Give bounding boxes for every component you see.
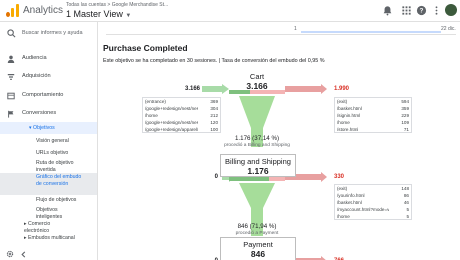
stage-exits: 330 — [334, 174, 345, 180]
app-title: Analytics — [23, 5, 64, 16]
person-icon — [7, 55, 15, 63]
list-item[interactable]: /google+redesign/nest/nest-...304 — [145, 106, 218, 113]
stage-name: Billing and Shipping — [225, 157, 291, 166]
flow-label: procedió a Payment — [235, 231, 279, 236]
help-icon[interactable]: ? — [416, 5, 427, 16]
exit-destinations-box: (exit) 148 /yourinfo.html 86 /basket.html 4… — [334, 184, 412, 220]
chevron-down-icon: ▼ — [125, 13, 132, 19]
bell-icon[interactable] — [382, 5, 393, 16]
avatar[interactable] — [445, 4, 457, 16]
funnel-stage-cart[interactable]: Cart 3.166 — [220, 70, 294, 92]
sidebar-subitem-ruta-invertida[interactable]: Ruta de objetivo invertida — [36, 160, 84, 173]
sidebar-subitem-urls-objetivo[interactable]: URLs objetivo — [36, 150, 68, 157]
flow-value: 1.176 (37,14 %) — [234, 135, 280, 142]
view-name: 1 Master View — [66, 9, 123, 19]
list-item[interactable]: (entrance) 369 — [145, 99, 218, 106]
list-item[interactable]: /google+redesign/nest/nest-...120 — [145, 120, 218, 127]
list-item[interactable]: /myaccount.html?mode=vie...5 — [337, 207, 409, 214]
more-vert-icon[interactable] — [431, 5, 442, 16]
list-item[interactable]: (exit) 148 — [337, 186, 409, 193]
list-item[interactable]: /basket.html 46 — [337, 200, 409, 207]
sidebar-item-adquisicion[interactable]: Adquisición — [0, 73, 97, 82]
sidebar-item-comportamiento[interactable]: Comportamiento — [0, 92, 97, 101]
sidebar-item-label: Embudos multicanal — [28, 235, 75, 241]
svg-text:?: ? — [420, 8, 424, 15]
funnel-stage-payment[interactable]: Payment 846 — [220, 237, 296, 260]
search-placeholder: Buscar informes y ayuda — [22, 30, 83, 36]
stage-bar-progress — [229, 177, 269, 181]
list-item[interactable]: /google+redesign/apparel/m...100 — [145, 127, 218, 134]
list-item[interactable]: /yourinfo.html 86 — [337, 193, 409, 200]
entrance-sources-box: (entrance)369 /google+redesign/nest/nest… — [142, 97, 221, 133]
sidebar-item-audiencia[interactable]: Audiencia — [0, 55, 97, 64]
main-content: 1 22 dic. Purchase Completed Este objeti… — [98, 22, 460, 260]
sidebar-item-label: Objetivos — [33, 125, 55, 131]
search-input[interactable]: Buscar informes y ayuda — [4, 28, 94, 40]
acquisition-icon — [7, 74, 15, 80]
sidebar-item-comercio-electronico[interactable]: ▸ Comercio electrónico — [24, 221, 76, 234]
top-bar: Analytics Todas las cuentas > Google Mer… — [0, 0, 460, 22]
view-selector[interactable]: 1 Master View ▼ — [66, 9, 131, 19]
stage-entrances: 0 — [214, 174, 218, 180]
list-item[interactable]: /signin.html 229 — [337, 113, 409, 120]
list-item[interactable]: (exit) 594 — [337, 99, 409, 106]
sidebar: Buscar informes y ayuda Audiencia Adquis… — [0, 22, 98, 260]
sidebar-item-label: Adquisición — [22, 73, 51, 79]
sidebar-item-label: Comportamiento — [22, 92, 64, 98]
list-item[interactable]: /basket.html 359 — [337, 106, 409, 113]
list-item[interactable]: /home 212 — [145, 113, 218, 120]
sidebar-item-objetivos[interactable]: ▾ Objetivos — [29, 125, 55, 132]
stage-value: 3.166 — [246, 81, 268, 91]
sidebar-item-conversiones[interactable]: Conversiones — [0, 110, 97, 119]
stage-exits: 1.990 — [334, 86, 350, 92]
gear-icon[interactable] — [6, 250, 14, 258]
apps-grid-icon[interactable] — [401, 5, 412, 16]
stage-value: 1.176 — [247, 166, 269, 176]
flow-value: 846 (71,94 %) — [237, 223, 277, 230]
sidebar-item-label: Audiencia — [22, 55, 47, 61]
sidebar-subitem-objetivos-inteligentes[interactable]: Objetivos inteligentes — [36, 207, 82, 220]
behavior-icon — [7, 92, 15, 100]
analytics-logo-icon[interactable] — [6, 4, 19, 17]
stage-entrances: 3.166 — [184, 86, 200, 92]
list-item[interactable]: /home 5 — [337, 214, 409, 221]
chevron-left-icon[interactable] — [20, 251, 27, 258]
search-icon — [7, 29, 16, 38]
stage-name: Cart — [249, 72, 265, 81]
flag-icon — [8, 110, 14, 118]
sidebar-subitem-flujo-objetivos[interactable]: Flujo de objetivos — [36, 197, 76, 204]
stage-value: 846 — [250, 249, 266, 259]
exit-destinations-box: (exit) 594 /basket.html 359 /signin.html 22… — [334, 97, 412, 133]
funnel-stage-billing[interactable]: Billing and Shipping 1.176 — [220, 154, 296, 177]
sidebar-item-label: Comercio electrónico — [24, 221, 51, 234]
sidebar-item-embudos-multicanal[interactable]: ▸ Embudos multicanal — [24, 235, 76, 242]
flow-label: procedió a Billing and Shipping — [224, 143, 290, 148]
breadcrumb[interactable]: Todas las cuentas > Google Merchandise S… — [66, 2, 168, 8]
list-item[interactable]: /home 109 — [337, 120, 409, 127]
stage-name: Payment — [243, 240, 273, 249]
sidebar-subitem-vision-general[interactable]: Visión general — [36, 138, 69, 145]
list-item[interactable]: /store.html 71 — [337, 127, 409, 134]
sidebar-item-label: Conversiones — [22, 110, 57, 116]
sidebar-subitem-grafico-embudo[interactable]: Gráfico del embudo de conversión — [36, 174, 86, 187]
